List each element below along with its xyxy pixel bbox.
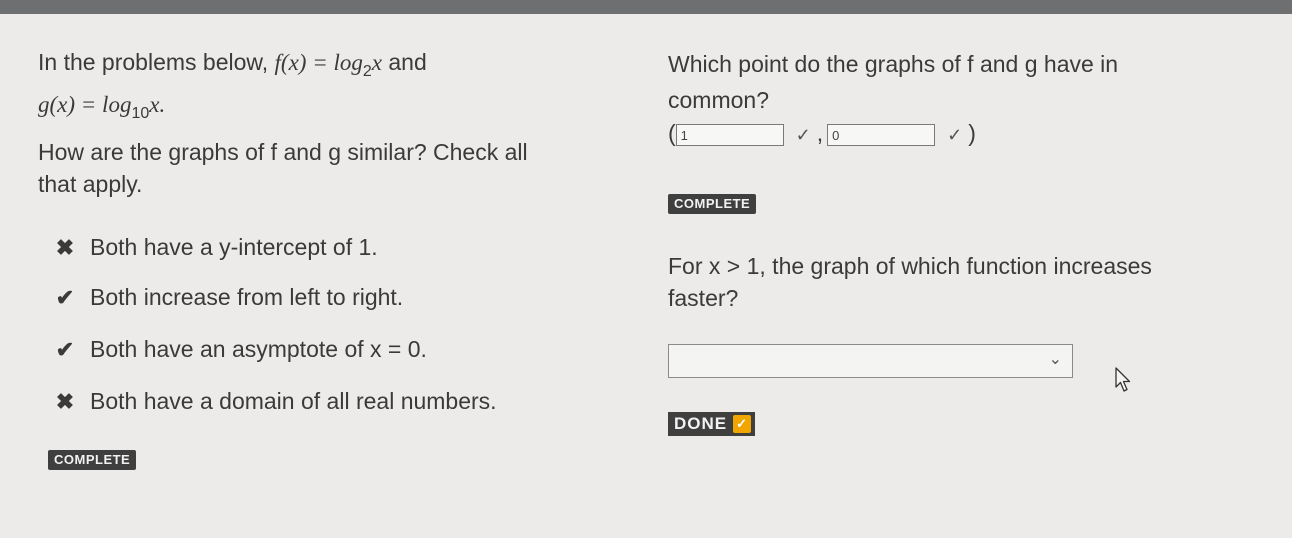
x-mark-icon: ✖ [55,235,75,260]
comma: , [816,120,824,146]
done-button[interactable]: DONE ✓ [668,412,756,436]
option-increase[interactable]: ✔ Both increase from left to right. [40,282,403,312]
question-common-line-2: common? [668,87,769,113]
status-badge-complete: COMPLETE [48,450,137,470]
question-common-line-1: Which point do the graphs of f and g hav… [668,51,1119,77]
question-faster-line-1: For x > 1, the graph of which function i… [668,253,1152,279]
y-coordinate-input[interactable]: 0 [827,123,936,146]
check-mark-icon: ✔ [55,337,75,362]
mouse-cursor-icon [1115,367,1131,392]
intro-and: and [381,49,427,75]
option-label: Both have a y-intercept of 1. [90,234,378,260]
window-top-bar [0,0,1292,14]
done-label: DONE [674,414,728,433]
check-icon: ✓ [947,125,963,145]
intro-line-1: In the problems below, f(x) = log2x and [38,48,427,80]
option-asymptote[interactable]: ✔ Both have an asymptote of x = 0. [40,334,427,364]
f-argument: x [371,50,382,75]
close-paren: ) [968,120,976,146]
check-mark-icon: ✔ [55,285,75,310]
x-coordinate-input[interactable]: 1 [675,123,784,146]
check-icon: ✓ [795,125,811,145]
f-definition: f(x) = log [274,50,363,75]
check-icon: ✓ [733,415,752,433]
question-faster-line-2: faster? [668,285,739,311]
common-point-answer: (1 ✓, 0 ✓) [668,116,976,150]
question-similar-line-2: that apply. [38,171,143,197]
g-base: 10 [131,105,150,122]
function-dropdown[interactable]: ⌄ [668,344,1073,378]
status-badge-complete: COMPLETE [668,194,757,214]
option-label: Both have an asymptote of x = 0. [90,336,427,362]
question-similar-line-1: How are the graphs of f and g similar? C… [38,139,528,165]
chevron-down-icon: ⌄ [1048,351,1062,368]
x-mark-icon: ✖ [55,389,75,414]
option-label: Both have a domain of all real numbers. [90,388,497,414]
g-argument: x. [149,92,166,117]
f-base: 2 [362,63,372,80]
intro-text: In the problems below, [38,49,275,75]
open-paren: ( [668,120,676,146]
g-definition: g(x) = log [38,92,132,117]
option-domain[interactable]: ✖ Both have a domain of all real numbers. [40,386,497,416]
intro-line-2: g(x) = log10x. [38,90,165,122]
option-y-intercept[interactable]: ✖ Both have a y-intercept of 1. [40,232,378,262]
option-label: Both increase from left to right. [90,284,404,310]
